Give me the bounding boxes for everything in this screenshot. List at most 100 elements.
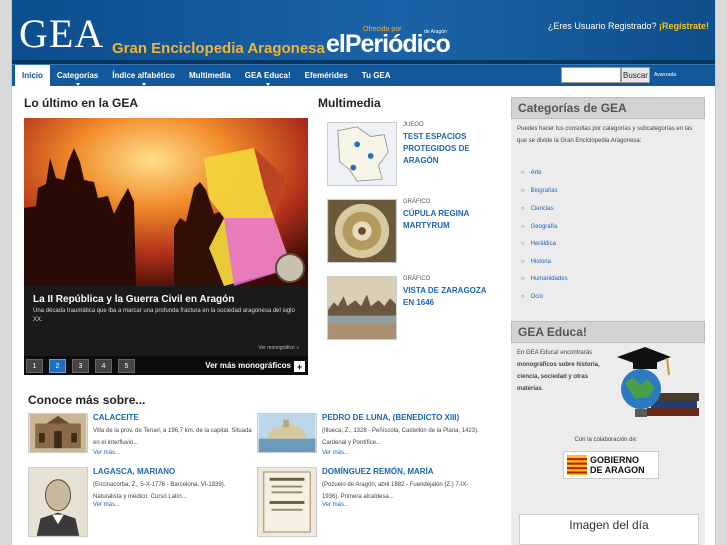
search-input[interactable] xyxy=(561,67,621,83)
main-nav: Inicio Categorías Índice alfabético Mult… xyxy=(12,64,715,87)
gobierno-aragon-logo[interactable]: GOBIERNO DE ARAGON xyxy=(563,451,659,479)
educa-text-intro: En GEA Educa! encontrarás xyxy=(517,350,593,356)
gea-logo-subtitle[interactable]: Gran Enciclopedia Aragonesa xyxy=(112,41,325,57)
aragon-flag-icon xyxy=(567,455,587,475)
conoce-item-title[interactable]: LAGASCA, MARIANO xyxy=(93,467,175,476)
pager-button-4[interactable]: 4 xyxy=(95,359,112,373)
pager-button-1[interactable]: 1 xyxy=(26,359,43,373)
chevron-down-icon xyxy=(75,82,80,86)
plus-icon[interactable]: + xyxy=(294,361,305,372)
chevron-down-icon xyxy=(265,82,270,86)
pager-button-3[interactable]: 3 xyxy=(72,359,89,373)
multimedia-title-link[interactable]: VISTA DE ZARAGOZA EN 1646 xyxy=(403,285,493,309)
gov-line2: DE ARAGON xyxy=(590,465,645,475)
multimedia-title-link[interactable]: CÚPULA REGINA MARTYRUM xyxy=(403,208,493,232)
multimedia-type: GRÁFICO xyxy=(403,276,431,282)
feature-more-link[interactable]: Ver monográfico » xyxy=(258,345,299,351)
nav-label: Tu GEA xyxy=(361,71,391,80)
category-link-humanidades[interactable]: Humanidades xyxy=(521,276,568,282)
nav-label: Efemérides xyxy=(304,71,348,80)
educa-text-end: . xyxy=(541,386,544,392)
site-header: GEA Gran Enciclopedia Aragonesa Ofrecido… xyxy=(12,0,715,64)
category-link-arte[interactable]: Arte xyxy=(521,170,542,176)
multimedia-item[interactable]: GRÁFICO CÚPULA REGINA MARTYRUM xyxy=(327,199,502,263)
gov-line1: GOBIERNO xyxy=(590,455,640,465)
page: GEA Gran Enciclopedia Aragonesa Ofrecido… xyxy=(11,0,716,545)
categories-title: Categorías de GEA xyxy=(511,97,705,119)
feature-description: Una década traumática que iba a marcar u… xyxy=(33,308,295,323)
register-link[interactable]: ¡Regístrate! xyxy=(659,21,709,31)
multimedia-type: GRÁFICO xyxy=(403,199,431,205)
conoce-item-title[interactable]: PEDRO DE LUNA, (BENEDICTO XIII) xyxy=(322,413,459,422)
multimedia-thumb-city[interactable] xyxy=(327,276,397,340)
conoce-item-title[interactable]: CALACEITE xyxy=(93,413,139,422)
nav-label: Índice alfabético xyxy=(112,71,175,80)
collab-label: Con la colaboración de: xyxy=(574,437,638,443)
el-periodico-subtitle: de Aragón xyxy=(424,29,447,35)
user-question: ¿Eres Usuario Registrado? xyxy=(547,21,657,31)
category-link-historia[interactable]: Historia xyxy=(521,259,551,265)
educa-text: En GEA Educa! encontrarás monográficos s… xyxy=(517,347,603,395)
nav-label: Categorías xyxy=(56,71,99,80)
conoce-item: LAGASCA, MARIANO (Encinacorba, Z., 5-X-1… xyxy=(28,467,253,537)
conoce-item-desc: (Encinacorba, Z., 5-X-1776 - Barcelona, … xyxy=(93,482,226,500)
conoce-item: CALACEITE Villa de la prov. de Teruel, a… xyxy=(28,413,253,463)
category-link-heraldica[interactable]: Heráldica xyxy=(521,241,556,247)
conoce-title: Conoce más sobre... xyxy=(28,393,146,407)
conoce-thumb-peniscola[interactable] xyxy=(257,413,317,453)
conoce-more-link[interactable]: Ver más... xyxy=(93,502,120,508)
gea-logo[interactable]: GEA xyxy=(19,14,104,54)
educa-title: GEA Educa! xyxy=(511,321,705,343)
multimedia-title: Multimedia xyxy=(318,96,381,110)
sidebar: Categorías de GEA Puedes hacer tus consu… xyxy=(511,97,705,545)
conoce-item-title[interactable]: DOMÍNGUEZ REMÓN, MARÍA xyxy=(322,467,434,476)
nav-item-tu-gea[interactable]: Tu GEA xyxy=(355,65,398,87)
advanced-search-link[interactable]: Avanzada xyxy=(654,72,676,78)
conoce-more-link[interactable]: Ver más... xyxy=(93,450,120,456)
category-link-ocio[interactable]: Ocio xyxy=(521,294,543,300)
search-button[interactable]: Buscar xyxy=(621,67,650,83)
conoce-item: PEDRO DE LUNA, (BENEDICTO XIII) (Illueca… xyxy=(257,413,482,463)
nav-label: Inicio xyxy=(22,71,43,80)
feature-title[interactable]: La II República y la Guerra Civil en Ara… xyxy=(33,294,234,305)
conoce-thumb-lagasca[interactable] xyxy=(28,467,88,537)
multimedia-type: JUEGO xyxy=(403,122,424,128)
conoce-item-desc: Villa de la prov. de Teruel, a 196,7 km.… xyxy=(93,428,252,446)
category-link-biografias[interactable]: Biografías xyxy=(521,188,558,194)
nav-label: Multimedia xyxy=(188,71,231,80)
conoce-more-link[interactable]: Ver más... xyxy=(322,450,349,456)
multimedia-title-link[interactable]: TEST ESPACIOS PROTEGIDOS DE ARAGÓN xyxy=(403,131,493,167)
educa-text-bold[interactable]: monográficos sobre historia, ciencia, so… xyxy=(517,362,600,392)
pager-button-2[interactable]: 2 xyxy=(49,359,66,373)
latest-title: Lo último en la GEA xyxy=(24,96,139,110)
conoce-item: DOMÍNGUEZ REMÓN, MARÍA (Pozuelo de Aragó… xyxy=(257,467,482,537)
more-monographs-link[interactable]: Ver más monográficos xyxy=(205,361,291,370)
multimedia-thumb-dome[interactable] xyxy=(327,199,397,263)
nav-item-efemerides[interactable]: Efemérides xyxy=(298,65,355,87)
conoce-more-link[interactable]: Ver más... xyxy=(322,502,349,508)
conoce-item-desc: (Illueca, Z., 1328 - Peñíscola, Castelló… xyxy=(322,428,479,446)
feature-carousel: La II República y la Guerra Civil en Ara… xyxy=(24,118,308,375)
nav-label: GEA Educa! xyxy=(244,71,291,80)
chevron-down-icon xyxy=(141,82,146,86)
conoce-thumb-dominguez[interactable] xyxy=(257,467,317,537)
nav-item-gea-educa[interactable]: GEA Educa! xyxy=(238,65,298,87)
nav-item-indice[interactable]: Índice alfabético xyxy=(105,65,182,87)
category-link-geografia[interactable]: Geografía xyxy=(521,224,558,230)
carousel-pager: 1 2 3 4 5 Ver más monográficos + xyxy=(24,356,308,375)
conoce-item-desc: (Pozuelo de Aragón, abril 1882 - Fuendej… xyxy=(322,482,469,500)
user-register-prompt: ¿Eres Usuario Registrado? ¡Regístrate! xyxy=(548,21,709,31)
category-link-ciencias[interactable]: Ciencias xyxy=(521,206,554,212)
multimedia-thumb-map[interactable] xyxy=(327,122,397,186)
multimedia-item[interactable]: GRÁFICO VISTA DE ZARAGOZA EN 1646 xyxy=(327,276,502,340)
graduation-globe-icon xyxy=(617,347,699,417)
feature-image[interactable] xyxy=(24,118,308,286)
nav-item-multimedia[interactable]: Multimedia xyxy=(182,65,238,87)
nav-item-inicio[interactable]: Inicio xyxy=(15,64,50,87)
conoce-thumb-calaceite[interactable] xyxy=(28,413,88,453)
categories-intro: Puedes hacer tus consultas por categoría… xyxy=(517,126,693,144)
multimedia-item[interactable]: JUEGO TEST ESPACIOS PROTEGIDOS DE ARAGÓN xyxy=(327,122,502,186)
pager-button-5[interactable]: 5 xyxy=(118,359,135,373)
feature-caption: La II República y la Guerra Civil en Ara… xyxy=(24,286,308,356)
nav-item-categorias[interactable]: Categorías xyxy=(50,65,105,87)
